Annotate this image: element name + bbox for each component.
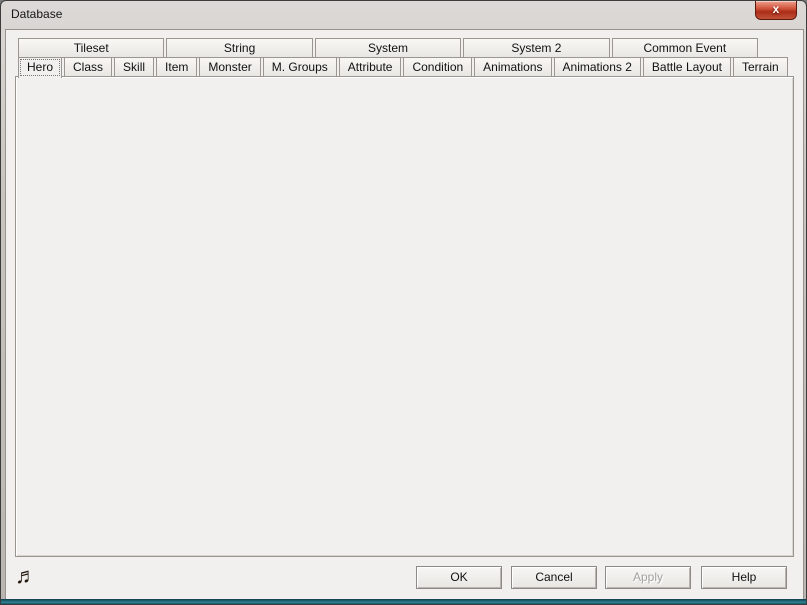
hero-tab-panel (15, 76, 794, 557)
apply-button[interactable]: Apply (605, 566, 691, 589)
ok-button[interactable]: OK (416, 566, 502, 589)
tab-section[interactable]: Condition (403, 57, 472, 77)
help-button[interactable]: Help (701, 566, 787, 589)
window-bottom-edge (1, 599, 806, 604)
window-title: Database (11, 7, 62, 21)
tab-row-sections: HeroClassSkillItemMonsterM. GroupsAttrib… (18, 57, 788, 77)
tab-section[interactable]: Battle Layout (643, 57, 731, 77)
tab-row-groups: TilesetStringSystemSystem 2Common Event (18, 38, 758, 58)
tab-section[interactable]: M. Groups (263, 57, 337, 77)
cancel-button[interactable]: Cancel (511, 566, 597, 589)
tab-group[interactable]: Common Event (612, 38, 758, 58)
tab-group[interactable]: String (166, 38, 312, 58)
title-bar[interactable]: Database x (1, 1, 806, 29)
tab-group[interactable]: System (315, 38, 461, 58)
tab-section[interactable]: Animations 2 (554, 57, 641, 77)
tab-section[interactable]: Terrain (733, 57, 788, 77)
music-note-icon[interactable]: ♬ (15, 563, 37, 589)
tab-group[interactable]: Tileset (18, 38, 164, 58)
database-window: Database x TilesetStringSystemSystem 2Co… (0, 0, 807, 605)
tab-section[interactable]: Skill (114, 57, 154, 77)
close-icon[interactable]: x (755, 1, 797, 20)
tab-section[interactable]: Monster (199, 57, 260, 77)
tab-section[interactable]: Attribute (339, 57, 402, 77)
tab-section[interactable]: Item (156, 57, 197, 77)
tab-section[interactable]: Animations (474, 57, 551, 77)
tab-section[interactable]: Class (64, 57, 112, 77)
tab-group[interactable]: System 2 (463, 38, 609, 58)
tab-section[interactable]: Hero (18, 57, 62, 78)
